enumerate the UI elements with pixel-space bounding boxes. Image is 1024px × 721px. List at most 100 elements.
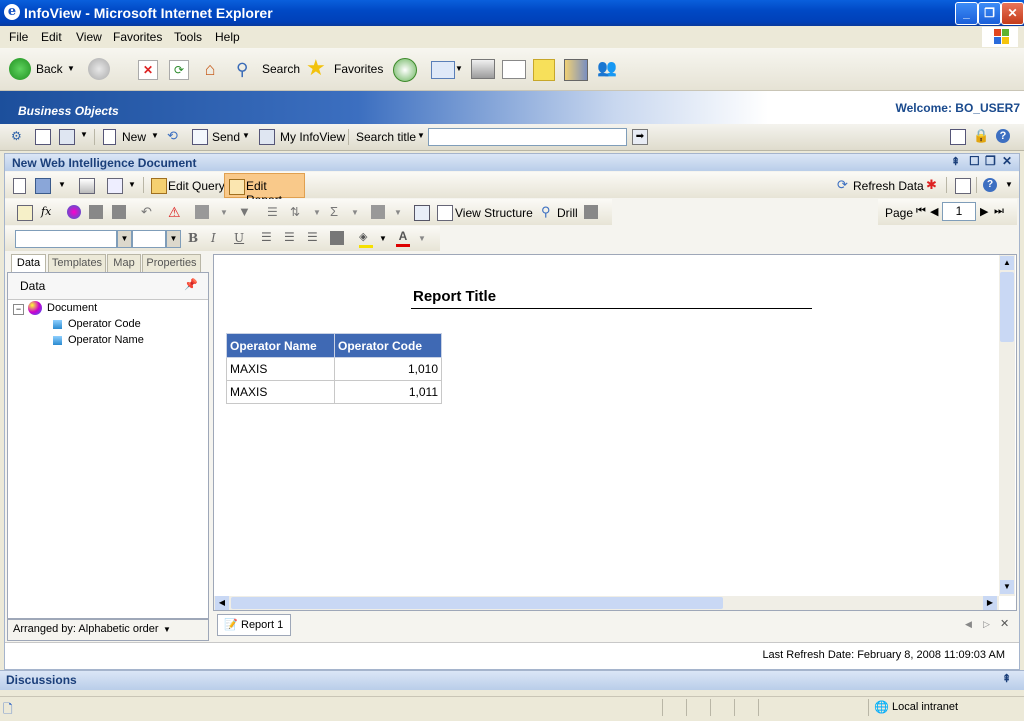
- window-title-bar[interactable]: e InfoView - Microsoft Internet Explorer…: [0, 0, 1024, 26]
- edit-query-icon[interactable]: [151, 178, 167, 194]
- report-table[interactable]: Operator Name Operator Code MAXIS 1,010 …: [226, 333, 442, 404]
- font-name-select[interactable]: [15, 230, 117, 248]
- tab-map[interactable]: Map: [107, 254, 141, 273]
- home-infoview-icon[interactable]: ⚙: [11, 129, 25, 143]
- tab-properties[interactable]: Properties: [142, 254, 201, 273]
- menu-tools[interactable]: Tools: [174, 30, 202, 44]
- home-icon[interactable]: ⌂: [200, 59, 220, 79]
- preferences-icon[interactable]: [950, 129, 966, 145]
- insert-icon[interactable]: [89, 205, 103, 219]
- close-document-icon[interactable]: ✕: [1002, 154, 1012, 168]
- column-header-operator-code[interactable]: Operator Code: [334, 333, 442, 358]
- favorites-star-icon[interactable]: ★: [306, 57, 328, 79]
- fill-color-dropdown-icon[interactable]: ▼: [379, 234, 387, 243]
- align-left-icon[interactable]: ☰: [261, 230, 272, 244]
- restore-icon[interactable]: ❐: [985, 154, 996, 168]
- refresh-cycle-icon[interactable]: ⟲: [167, 129, 181, 143]
- collapse-icon[interactable]: ⇞: [951, 155, 960, 168]
- tab-scroll-left-icon[interactable]: ◀: [965, 619, 972, 630]
- stop-icon[interactable]: ✕: [138, 60, 158, 80]
- save-dropdown-icon[interactable]: ▼: [58, 180, 66, 189]
- purge-data-icon[interactable]: ✱: [926, 178, 940, 192]
- new-document-icon[interactable]: [103, 129, 116, 145]
- bold-icon[interactable]: B: [188, 231, 198, 245]
- previous-page-icon[interactable]: ◀: [930, 205, 938, 218]
- maximize-icon[interactable]: ☐: [969, 154, 980, 168]
- arrange-by-selector[interactable]: Arranged by: Alphabetic order ▼: [7, 619, 209, 641]
- fill-color-icon[interactable]: ◈: [359, 231, 373, 248]
- delete-icon[interactable]: [112, 205, 126, 219]
- search-title-selector[interactable]: Search title: [356, 130, 416, 144]
- expand-discussions-icon[interactable]: ⇞: [1002, 672, 1011, 685]
- scroll-left-icon[interactable]: ◀: [215, 596, 229, 610]
- send-dropdown-icon[interactable]: ▼: [242, 131, 250, 140]
- tab-scroll-right-icon[interactable]: ▷: [983, 619, 990, 630]
- scroll-up-icon[interactable]: ▲: [1000, 256, 1014, 270]
- restore-button[interactable]: ❐: [978, 2, 1001, 25]
- tree-item-operator-code[interactable]: Operator Code: [68, 318, 141, 330]
- view-mode-icon[interactable]: [107, 178, 123, 194]
- tab-data[interactable]: Data: [11, 254, 46, 273]
- vertical-scrollbar[interactable]: ▲ ▼: [999, 255, 1015, 596]
- edit-page-icon[interactable]: [502, 60, 526, 79]
- send-icon[interactable]: [192, 129, 208, 145]
- collapse-tree-icon[interactable]: −: [13, 304, 24, 315]
- send-button[interactable]: Send: [212, 130, 240, 144]
- page-number-input[interactable]: 1: [942, 202, 976, 221]
- back-dropdown-icon[interactable]: ▼: [67, 64, 75, 73]
- print-icon[interactable]: [471, 59, 495, 79]
- search-input[interactable]: [428, 128, 627, 146]
- formula-icon[interactable]: fx: [41, 205, 55, 219]
- research-icon[interactable]: [564, 59, 588, 81]
- my-infoview-button[interactable]: My InfoView: [280, 130, 345, 144]
- column-header-operator-name[interactable]: Operator Name: [226, 333, 335, 358]
- back-button[interactable]: Back: [36, 62, 63, 76]
- view-options-dropdown-icon[interactable]: ▼: [80, 130, 88, 139]
- discussions-bar[interactable]: Discussions ⇞: [0, 670, 1024, 690]
- font-name-dropdown-icon[interactable]: ▼: [117, 230, 132, 248]
- turn-to-dropdown-icon[interactable]: ▼: [394, 208, 402, 217]
- scroll-down-icon[interactable]: ▼: [1000, 580, 1014, 594]
- discuss-note-icon[interactable]: [533, 59, 555, 81]
- align-right-icon[interactable]: ☰: [307, 230, 318, 244]
- close-button[interactable]: ✕: [1001, 2, 1024, 25]
- view-mode-dropdown-icon[interactable]: ▼: [128, 180, 136, 189]
- document-list-icon[interactable]: [35, 129, 51, 145]
- search-title-dropdown-icon[interactable]: ▼: [417, 131, 425, 140]
- undo-icon[interactable]: ↶: [141, 205, 155, 219]
- italic-icon[interactable]: I: [211, 231, 216, 245]
- font-color-dropdown-icon[interactable]: ▼: [418, 234, 426, 243]
- minimize-button[interactable]: _: [955, 2, 978, 25]
- menu-edit[interactable]: Edit: [41, 30, 62, 44]
- sort-dropdown-icon[interactable]: ▼: [313, 208, 321, 217]
- scroll-right-icon[interactable]: ▶: [983, 596, 997, 610]
- font-size-dropdown-icon[interactable]: ▼: [166, 230, 181, 248]
- search-button[interactable]: Search: [262, 62, 300, 76]
- cell-operator-name[interactable]: MAXIS: [226, 380, 335, 404]
- vertical-scroll-thumb[interactable]: [1000, 272, 1014, 342]
- borders-icon[interactable]: [330, 231, 344, 245]
- search-go-icon[interactable]: ➡: [632, 129, 648, 145]
- turn-to-icon[interactable]: [371, 205, 385, 219]
- snapshot-icon[interactable]: [584, 205, 598, 219]
- breaks-icon[interactable]: [195, 205, 209, 219]
- tree-root-document[interactable]: Document: [47, 302, 97, 314]
- help-icon[interactable]: ?: [996, 129, 1010, 143]
- first-page-icon[interactable]: ⏮: [916, 205, 926, 218]
- menu-favorites[interactable]: Favorites: [113, 30, 162, 44]
- ranking-icon[interactable]: ☰: [267, 205, 281, 219]
- show-structure-icon[interactable]: [17, 205, 33, 221]
- print-report-icon[interactable]: [79, 178, 95, 194]
- horizontal-scrollbar[interactable]: ◀ ▶: [214, 596, 999, 610]
- menu-help[interactable]: Help: [215, 30, 240, 44]
- font-color-icon[interactable]: A: [396, 230, 410, 247]
- report-title[interactable]: Report Title: [413, 288, 496, 305]
- cell-operator-code[interactable]: 1,010: [334, 357, 442, 381]
- edit-report-button[interactable]: Edit Report: [224, 173, 305, 207]
- breaks-dropdown-icon[interactable]: ▼: [220, 208, 228, 217]
- mail-dropdown-icon[interactable]: ▼: [455, 64, 463, 73]
- doc-help-dropdown-icon[interactable]: ▼: [1005, 180, 1013, 189]
- cell-operator-name[interactable]: MAXIS: [226, 357, 335, 381]
- font-size-select[interactable]: [132, 230, 166, 248]
- doc-help-icon[interactable]: ?: [983, 178, 997, 192]
